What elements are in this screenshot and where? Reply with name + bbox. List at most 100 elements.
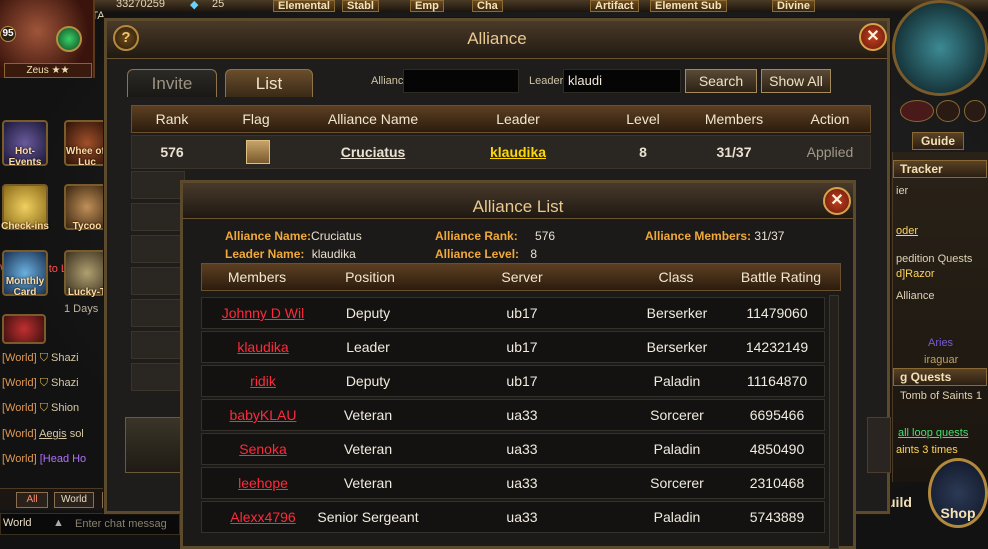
- minimap[interactable]: [892, 0, 988, 96]
- member-name-link[interactable]: klaudika: [208, 339, 318, 355]
- member-class: Berserker: [646, 305, 708, 321]
- top-button-elemental[interactable]: Elemental: [273, 0, 335, 12]
- eye-icon[interactable]: [936, 100, 960, 122]
- check-ins-label: Check-ins: [1, 221, 49, 232]
- member-battle-rating: 2310468: [749, 475, 805, 491]
- hot-events-icon[interactable]: Hot-Events: [2, 120, 48, 168]
- top-button-cha[interactable]: Cha: [472, 0, 503, 12]
- alliance-leader-link[interactable]: klaudika: [472, 144, 564, 160]
- member-name-link[interactable]: Senoka: [208, 441, 318, 457]
- top-button-divine[interactable]: Divine: [772, 0, 816, 12]
- table-row[interactable]: ridik Deputy ub17 Paladin 11164870: [201, 365, 825, 397]
- tracker-line[interactable]: oder: [896, 225, 918, 237]
- info-key: Alliance Name:: [225, 229, 312, 243]
- top-button-emp[interactable]: Emp: [410, 0, 444, 12]
- check-ins-icon[interactable]: Check-ins: [1, 184, 49, 232]
- chat-name[interactable]: Shion: [51, 402, 79, 414]
- member-battle-rating: 6695466: [749, 407, 805, 423]
- player-level-badge: 95: [0, 26, 16, 42]
- alliance-level: 8: [639, 144, 647, 160]
- alliance-name-input[interactable]: [403, 69, 519, 93]
- member-class: Berserker: [646, 339, 708, 355]
- chat-channel: [World]: [2, 352, 37, 364]
- empty-row: [131, 235, 185, 263]
- top-button-stable[interactable]: Stabl: [342, 0, 379, 12]
- info-key: Leader Name:: [225, 247, 305, 261]
- info-alliance-rank: Alliance Rank: 576: [435, 229, 555, 243]
- chat-name[interactable]: Shazi: [51, 352, 79, 364]
- search-button[interactable]: Search: [685, 69, 757, 93]
- member-server: ua33: [506, 509, 538, 525]
- diamond-icon: ◆: [190, 0, 199, 11]
- chat-tab-world[interactable]: World: [54, 492, 94, 508]
- info-key: Alliance Rank:: [435, 229, 518, 243]
- alliance-rank: 576: [160, 144, 184, 160]
- table-row[interactable]: Senoka Veteran ua33 Paladin 4850490: [201, 433, 825, 465]
- crown-icon[interactable]: [900, 100, 934, 122]
- table-row[interactable]: 576 Cruciatus klaudika 8 31/37 Applied: [131, 135, 871, 169]
- member-battle-rating: 11479060: [746, 305, 808, 321]
- chat-tab-all[interactable]: All: [16, 492, 48, 508]
- show-all-button[interactable]: Show All: [761, 69, 831, 93]
- top-button-element-sub[interactable]: Element Sub: [650, 0, 727, 12]
- green-orb-icon[interactable]: [56, 26, 82, 52]
- member-server: ua33: [506, 407, 538, 423]
- item-slot[interactable]: [125, 417, 183, 473]
- member-name-link[interactable]: leehope: [208, 475, 318, 491]
- item-slot[interactable]: [867, 417, 891, 473]
- close-icon[interactable]: ✕: [823, 187, 851, 215]
- member-name-link[interactable]: Alexx4796: [208, 509, 318, 525]
- quests-tab[interactable]: g Quests: [893, 368, 987, 386]
- members-scrollbar[interactable]: [829, 295, 839, 549]
- column-members: Members: [704, 111, 764, 127]
- tracker-line: iraguar: [924, 354, 959, 366]
- chat-placeholder: Enter chat messag: [75, 518, 167, 530]
- info-alliance-members: Alliance Members: 31/37: [645, 229, 784, 243]
- chat-channel: [World]: [2, 377, 37, 389]
- alliance-action-status: Applied: [806, 144, 854, 160]
- tab-list[interactable]: List: [225, 69, 313, 97]
- column-battle-rating: Battle Rating: [740, 269, 822, 285]
- table-row[interactable]: klaudika Leader ub17 Berserker 14232149: [201, 331, 825, 363]
- table-row[interactable]: babyKLAU Veteran ua33 Sorcerer 6695466: [201, 399, 825, 431]
- info-value: 8: [530, 247, 538, 261]
- member-position: Deputy: [345, 305, 391, 321]
- shop-button[interactable]: Shop: [928, 458, 988, 528]
- table-row[interactable]: leehope Veteran ua33 Sorcerer 2310468: [201, 467, 825, 499]
- gear-icon[interactable]: [964, 100, 986, 122]
- shield-icon: ⛉: [39, 402, 48, 414]
- chat-channel-select[interactable]: World: [3, 517, 32, 529]
- event-icon[interactable]: [2, 314, 46, 344]
- top-status-strip: 33270259 ◆ 25 STA Elemental Stabl Emp Ch…: [0, 0, 988, 22]
- quest-line[interactable]: all loop quests: [898, 427, 968, 439]
- tracker-tab[interactable]: Tracker: [893, 160, 987, 178]
- member-name-link[interactable]: ridik: [208, 373, 318, 389]
- alliance-dialog-header: ? Alliance ✕: [107, 21, 887, 59]
- chat-input[interactable]: World ▲ Enter chat messag: [0, 513, 180, 535]
- shield-icon: ⛉: [39, 377, 48, 389]
- close-icon[interactable]: ✕: [859, 23, 887, 51]
- empty-row: [131, 171, 185, 199]
- column-position: Position: [345, 269, 395, 285]
- tab-invite[interactable]: Invite: [127, 69, 217, 97]
- info-key: Alliance Level:: [435, 247, 520, 261]
- column-leader: Leader: [496, 111, 540, 127]
- chevron-up-icon[interactable]: ▲: [53, 517, 64, 529]
- member-name-link[interactable]: Johnny D Wil: [208, 305, 318, 321]
- member-battle-rating: 5743889: [749, 509, 805, 525]
- chat-line: [World] ⛉ Shazi: [2, 377, 79, 390]
- top-button-artifact[interactable]: Artifact: [590, 0, 639, 12]
- chat-name[interactable]: Shazi: [51, 377, 79, 389]
- table-row[interactable]: Alexx4796 Senior Sergeant ua33 Paladin 5…: [201, 501, 825, 533]
- alliance-name-link[interactable]: Cruciatus: [312, 144, 434, 160]
- member-name-link[interactable]: babyKLAU: [208, 407, 318, 423]
- table-row[interactable]: Johnny D Wil Deputy ub17 Berserker 11479…: [201, 297, 825, 329]
- chat-name[interactable]: [Head Ho: [40, 453, 86, 465]
- leader-name-input[interactable]: klaudi: [563, 69, 681, 93]
- chat-name[interactable]: Aegis: [39, 428, 67, 440]
- monthly-card-icon[interactable]: Monthly Card: [2, 250, 48, 298]
- member-position: Veteran: [343, 407, 393, 423]
- member-server: ub17: [506, 339, 538, 355]
- guide-button[interactable]: Guide: [912, 132, 964, 150]
- info-value: klaudika: [311, 247, 356, 261]
